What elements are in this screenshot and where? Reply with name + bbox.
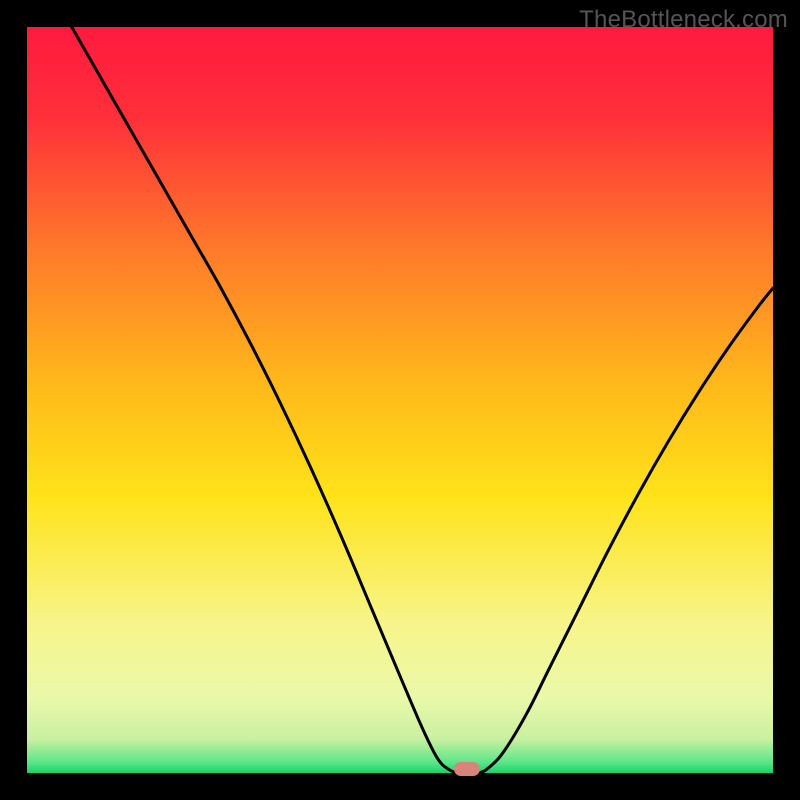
watermark-label: TheBottleneck.com — [579, 6, 788, 34]
chart-container: TheBottleneck.com — [0, 0, 800, 800]
bottleneck-curve — [27, 27, 773, 773]
optimal-marker — [454, 762, 480, 776]
plot-area — [27, 27, 773, 773]
